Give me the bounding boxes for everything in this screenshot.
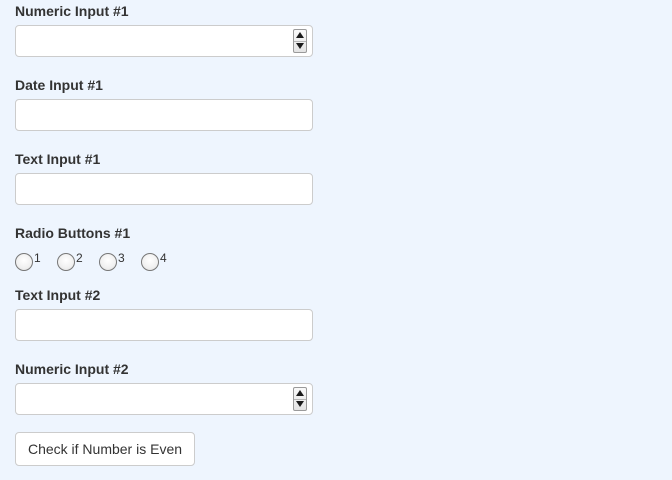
- text-input-2[interactable]: [15, 309, 313, 341]
- numeric-input-1-label: Numeric Input #1: [15, 3, 129, 19]
- radio-circle[interactable]: [141, 253, 159, 271]
- radio-buttons-1-label: Radio Buttons #1: [15, 225, 131, 241]
- numeric-input-2[interactable]: [15, 383, 313, 415]
- radio-circle[interactable]: [15, 253, 33, 271]
- date-input-1-label: Date Input #1: [15, 77, 103, 93]
- spinner-down-icon[interactable]: [294, 41, 306, 52]
- form: Numeric Input #1 Date Input #1 Text Inpu…: [0, 0, 672, 480]
- numeric-input-2-label: Numeric Input #2: [15, 361, 129, 377]
- radio-option-label: 3: [118, 251, 125, 265]
- text-input-2-label: Text Input #2: [15, 287, 101, 303]
- radio-option-label: 1: [34, 251, 41, 265]
- text-input-1-label: Text Input #1: [15, 151, 101, 167]
- radio-option-label: 2: [76, 251, 83, 265]
- numeric-input-1[interactable]: [15, 25, 313, 57]
- text-input-1[interactable]: [15, 173, 313, 205]
- date-input-1[interactable]: [15, 99, 313, 131]
- radio-circle[interactable]: [99, 253, 117, 271]
- numeric-input-2-spinner[interactable]: [293, 387, 307, 411]
- spinner-down-icon[interactable]: [294, 399, 306, 410]
- check-even-button[interactable]: Check if Number is Even: [15, 432, 195, 466]
- numeric-input-1-spinner[interactable]: [293, 29, 307, 53]
- radio-option-label: 4: [160, 251, 167, 265]
- radio-circle[interactable]: [57, 253, 75, 271]
